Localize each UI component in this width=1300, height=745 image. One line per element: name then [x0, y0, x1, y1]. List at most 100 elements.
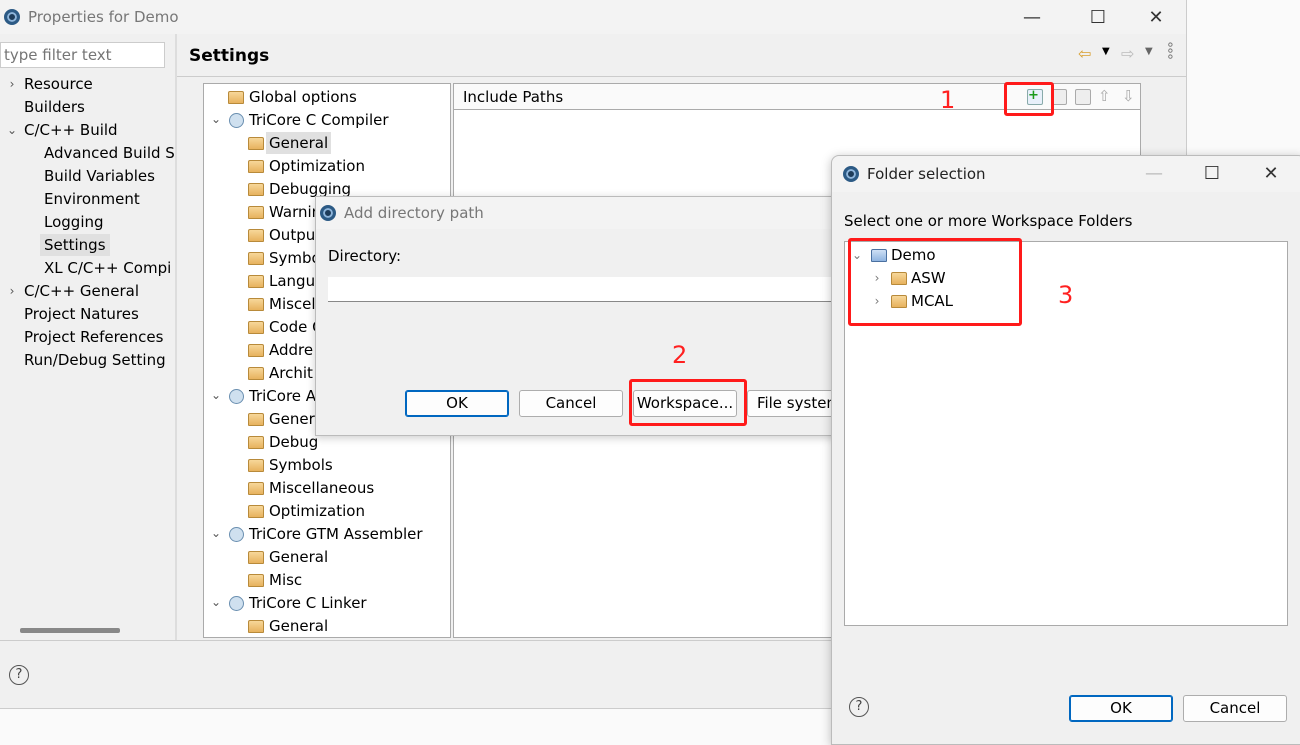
forward-icon[interactable]: ⇨: [1121, 44, 1134, 63]
folder-settings-icon: [248, 620, 264, 633]
folder-settings-icon: [248, 574, 264, 587]
window-title: Properties for Demo: [28, 8, 179, 26]
app-logo-icon: [4, 9, 20, 25]
nav-item[interactable]: Builders: [20, 96, 89, 118]
ok-button[interactable]: OK: [405, 390, 509, 417]
nav-item[interactable]: Logging: [40, 211, 108, 233]
folder-settings-icon: [248, 160, 264, 173]
tool-tree-item[interactable]: TriCore C Linker: [246, 592, 370, 614]
tool-icon: [229, 389, 244, 404]
nav-item[interactable]: Run/Debug Setting: [20, 349, 170, 371]
close-button[interactable]: ✕: [1134, 0, 1178, 34]
nav-item[interactable]: Settings: [40, 234, 110, 256]
annotation-3: 3: [1058, 281, 1074, 309]
dialog-title: Add directory path: [344, 204, 484, 222]
chevron-right-icon[interactable]: ›: [6, 77, 18, 91]
add-directory-dialog: Add directory path Directory: OK Cancel …: [315, 196, 851, 436]
chevron-down-icon[interactable]: ⌄: [210, 595, 222, 609]
dialog-logo-icon: [843, 166, 859, 182]
directory-input[interactable]: [328, 277, 848, 302]
minimize-button[interactable]: —: [1132, 156, 1176, 190]
folder-settings-icon: [248, 137, 264, 150]
nav-item[interactable]: Environment: [40, 188, 144, 210]
nav-item[interactable]: Project References: [20, 326, 167, 348]
nav-item[interactable]: Project Natures: [20, 303, 143, 325]
folder-settings-icon: [248, 275, 264, 288]
back-dropdown-icon[interactable]: ▼: [1102, 46, 1110, 57]
chevron-down-icon[interactable]: ⌄: [210, 526, 222, 540]
folder-settings-icon: [248, 551, 264, 564]
folder-settings-icon: [248, 413, 264, 426]
tool-tree-item[interactable]: Misc: [266, 569, 305, 591]
chevron-down-icon[interactable]: ⌄: [210, 388, 222, 402]
tool-tree-item[interactable]: Miscellaneous: [266, 477, 377, 499]
nav-item[interactable]: C/C++ General: [20, 280, 143, 302]
folder-settings-icon: [248, 436, 264, 449]
tool-tree-item[interactable]: Archit: [266, 362, 316, 384]
tool-tree-item[interactable]: General: [266, 132, 332, 154]
tool-tree-item[interactable]: Symbols: [266, 454, 336, 476]
tool-tree-item[interactable]: TriCore A: [246, 385, 319, 407]
annotation-box-1: [1004, 82, 1054, 116]
folder-settings-icon: [248, 367, 264, 380]
back-icon[interactable]: ⇦: [1078, 44, 1091, 63]
chevron-right-icon[interactable]: ›: [6, 284, 18, 298]
nav-item[interactable]: Advanced Build S: [40, 142, 179, 164]
folder-settings-icon: [248, 252, 264, 265]
annotation-2: 2: [672, 341, 688, 369]
folder-settings-icon: [248, 321, 264, 334]
annotation-1: 1: [940, 86, 956, 114]
help-icon[interactable]: ?: [849, 697, 869, 717]
nav-item[interactable]: Build Variables: [40, 165, 159, 187]
close-button[interactable]: ✕: [1249, 156, 1293, 190]
folder-settings-icon: [248, 505, 264, 518]
help-icon[interactable]: ?: [9, 665, 29, 685]
tool-icon: [229, 527, 244, 542]
tool-tree-item[interactable]: Global options: [246, 86, 360, 108]
folder-prompt: Select one or more Workspace Folders: [844, 212, 1133, 230]
dialog-title: Folder selection: [867, 165, 986, 183]
chevron-down-icon[interactable]: ⌄: [210, 112, 222, 126]
include-paths-label: Include Paths: [463, 88, 564, 106]
tool-tree-item[interactable]: General: [266, 615, 331, 637]
forward-dropdown-icon[interactable]: ▼: [1145, 46, 1153, 57]
maximize-button[interactable]: ☐: [1076, 0, 1120, 34]
folder-settings-icon: [248, 229, 264, 242]
folder-settings-icon: [248, 344, 264, 357]
page-title: Settings: [189, 46, 270, 66]
chevron-down-icon[interactable]: ⌄: [6, 123, 18, 137]
tool-tree-item[interactable]: Debug: [266, 431, 321, 453]
move-down-icon[interactable]: ⇩: [1122, 87, 1135, 105]
folder-settings-icon: [248, 459, 264, 472]
folder-settings-icon: [248, 298, 264, 311]
annotation-box-3: [848, 238, 1022, 326]
sash[interactable]: [175, 34, 177, 640]
ok-button[interactable]: OK: [1069, 695, 1173, 722]
edit-icon[interactable]: [1075, 89, 1091, 105]
move-up-icon[interactable]: ⇧: [1098, 87, 1111, 105]
tool-tree-item[interactable]: Miscel: [266, 293, 319, 315]
title-bar: Properties for Demo — ☐ ✕: [0, 0, 1186, 34]
tool-tree-item[interactable]: TriCore GTM Assembler: [246, 523, 426, 545]
nav-item[interactable]: C/C++ Build: [20, 119, 122, 141]
folder-settings-icon: [248, 206, 264, 219]
directory-label: Directory:: [328, 247, 402, 265]
nav-item[interactable]: Resource: [20, 73, 97, 95]
tool-tree-item[interactable]: Outpu: [266, 224, 318, 246]
tool-icon: [229, 596, 244, 611]
nav-scrollbar[interactable]: [0, 622, 165, 640]
tool-tree-item[interactable]: Optimization: [266, 500, 368, 522]
cancel-button[interactable]: Cancel: [519, 390, 623, 417]
cancel-button[interactable]: Cancel: [1183, 695, 1287, 722]
folder-settings-icon: [248, 183, 264, 196]
maximize-button[interactable]: ☐: [1190, 156, 1234, 190]
tool-icon: [229, 113, 244, 128]
tool-tree-item[interactable]: Addre: [266, 339, 316, 361]
menu-icon[interactable]: ∘ ∘ ∘: [1166, 38, 1175, 64]
minimize-button[interactable]: —: [1010, 0, 1054, 34]
filter-input[interactable]: [0, 42, 165, 68]
nav-item[interactable]: XL C/C++ Compi: [40, 257, 175, 279]
tool-tree-item[interactable]: TriCore C Compiler: [246, 109, 392, 131]
tool-tree-item[interactable]: Optimization: [266, 155, 368, 177]
tool-tree-item[interactable]: General: [266, 546, 331, 568]
